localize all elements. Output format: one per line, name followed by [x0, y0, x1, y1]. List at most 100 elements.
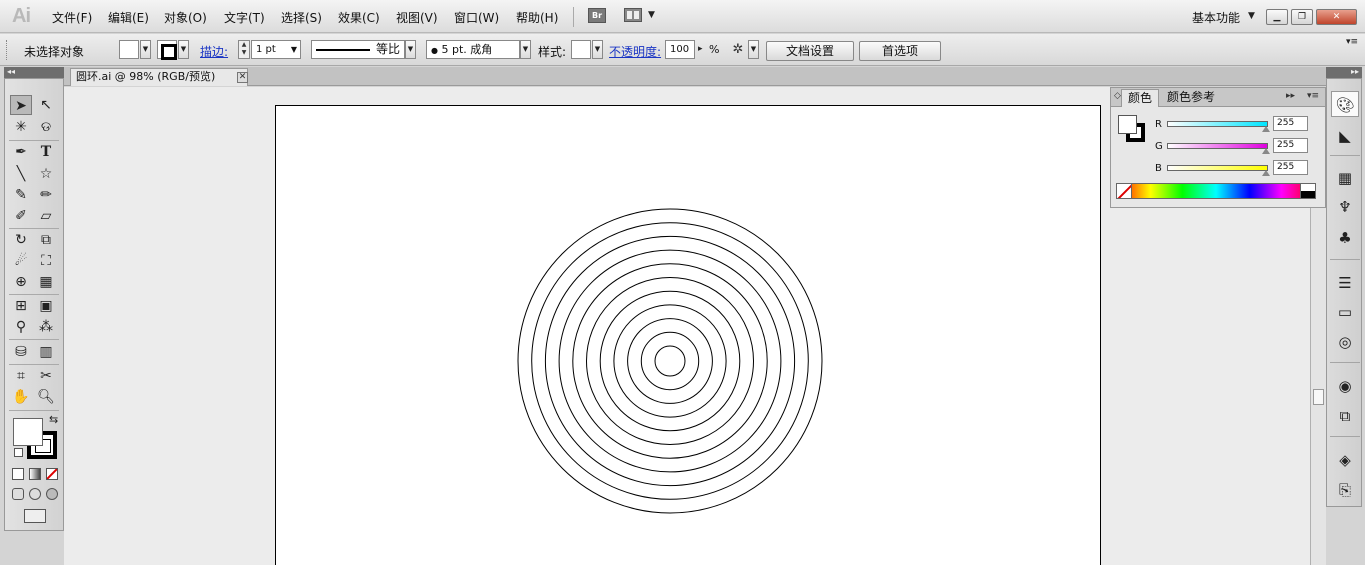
gradient-panel-icon[interactable]: ▭: [1331, 299, 1359, 325]
blue-slider-thumb[interactable]: [1262, 170, 1270, 176]
menu-edit[interactable]: 编辑(E): [108, 9, 149, 26]
opacity-arrow-icon[interactable]: ▸: [698, 44, 703, 54]
column-graph-tool-icon[interactable]: ▥: [35, 342, 57, 362]
symbol-sprayer-tool-icon[interactable]: ⛁: [10, 342, 32, 362]
magic-wand-tool-icon[interactable]: ✳: [10, 117, 32, 137]
arrange-dropdown-icon[interactable]: ▼: [648, 10, 655, 20]
ring-circle[interactable]: [627, 318, 713, 404]
ring-circle[interactable]: [558, 249, 782, 473]
ring-circle[interactable]: [586, 277, 754, 445]
slice-tool-icon[interactable]: ✂: [35, 366, 57, 386]
fill-swatch[interactable]: [119, 40, 139, 59]
gradient-tool-icon[interactable]: ▣: [35, 296, 57, 316]
recolor-dropdown[interactable]: ▼: [748, 40, 759, 59]
stroke-weight-field[interactable]: 1 pt ▼: [251, 40, 301, 59]
artboard[interactable]: [275, 105, 1101, 565]
star-tool-icon[interactable]: ☆: [35, 164, 57, 184]
warp-tool-icon[interactable]: ☄: [10, 251, 32, 271]
draw-inside-icon[interactable]: [46, 488, 58, 500]
arrange-documents-icon[interactable]: [624, 8, 642, 22]
color-guide-panel-icon[interactable]: ◣: [1331, 123, 1359, 149]
pencil-tool-icon[interactable]: ✏: [35, 185, 57, 205]
graphic-styles-panel-icon[interactable]: ⧉: [1331, 403, 1359, 429]
color-mode-icon[interactable]: [12, 468, 24, 480]
control-bar-grip[interactable]: [6, 40, 9, 60]
color-spectrum[interactable]: [1116, 183, 1316, 199]
ring-circle[interactable]: [517, 208, 823, 514]
menu-effect[interactable]: 效果(C): [338, 9, 380, 26]
gradient-mode-icon[interactable]: [29, 468, 41, 480]
workspace-dropdown-icon[interactable]: ▼: [1248, 11, 1255, 21]
lasso-tool-icon[interactable]: ଡ: [35, 117, 57, 137]
blue-value-field[interactable]: 255: [1273, 160, 1308, 175]
none-mode-icon[interactable]: [46, 468, 58, 480]
tools-panel-header[interactable]: ◂◂: [4, 67, 64, 78]
symbols-panel-icon[interactable]: ♣: [1331, 225, 1359, 251]
ring-circle[interactable]: [654, 345, 686, 377]
opacity-field[interactable]: 100: [665, 40, 695, 59]
menu-window[interactable]: 窗口(W): [454, 9, 499, 26]
hand-tool-icon[interactable]: ✋: [10, 387, 32, 407]
menu-select[interactable]: 选择(S): [281, 9, 322, 26]
stroke-panel-icon[interactable]: ☰: [1331, 270, 1359, 296]
stroke-weight-dropdown-icon[interactable]: ▼: [291, 41, 297, 58]
default-fill-stroke-icon[interactable]: [14, 448, 23, 457]
color-panel-icon[interactable]: 🎨︎: [1331, 91, 1359, 117]
eyedropper-tool-icon[interactable]: ⚲: [10, 317, 32, 337]
panel-expand-icon[interactable]: ▸▸: [1286, 91, 1295, 101]
artboards-panel-icon[interactable]: ⎘: [1331, 477, 1359, 503]
recolor-artwork-icon[interactable]: ✲: [729, 41, 747, 59]
blue-slider[interactable]: [1167, 165, 1268, 171]
line-segment-tool-icon[interactable]: ╲: [10, 164, 32, 184]
tab-color[interactable]: 颜色: [1121, 89, 1160, 107]
minimize-button[interactable]: ▁: [1266, 9, 1288, 25]
close-button[interactable]: ✕: [1316, 9, 1357, 25]
style-dropdown[interactable]: ▼: [592, 40, 603, 59]
panel-fill-swatch[interactable]: [1118, 115, 1137, 134]
brushes-panel-icon[interactable]: ♆: [1331, 194, 1359, 220]
transparency-panel-icon[interactable]: ◎: [1331, 329, 1359, 355]
bridge-button[interactable]: Br: [588, 8, 606, 23]
free-transform-tool-icon[interactable]: ⛶: [35, 251, 57, 271]
mesh-tool-icon[interactable]: ⊞: [10, 296, 32, 316]
red-slider[interactable]: [1167, 121, 1268, 127]
brush-dropdown[interactable]: ▼: [520, 40, 531, 59]
workspace-switcher[interactable]: 基本功能: [1192, 9, 1240, 26]
perspective-grid-tool-icon[interactable]: ▦: [35, 272, 57, 292]
document-tab[interactable]: 圆环.ai @ 98% (RGB/预览) ✕: [70, 68, 248, 86]
stroke-profile-dropdown[interactable]: ▼: [405, 40, 416, 59]
control-bar-menu-icon[interactable]: ▾≡: [1346, 37, 1358, 47]
blob-brush-tool-icon[interactable]: ✐: [10, 206, 32, 226]
opacity-label[interactable]: 不透明度:: [609, 43, 661, 60]
paintbrush-tool-icon[interactable]: ✎: [10, 185, 32, 205]
appearance-panel-icon[interactable]: ◉: [1331, 373, 1359, 399]
ring-circle[interactable]: [613, 304, 727, 418]
green-value-field[interactable]: 255: [1273, 138, 1308, 153]
red-value-field[interactable]: 255: [1273, 116, 1308, 131]
style-swatch[interactable]: [571, 40, 591, 59]
menu-file[interactable]: 文件(F): [52, 9, 92, 26]
screen-mode-icon[interactable]: [24, 509, 46, 523]
stroke-weight-stepper[interactable]: ▲ ▼: [238, 40, 250, 59]
none-color-swatch[interactable]: [1116, 183, 1132, 199]
ring-circle[interactable]: [572, 263, 768, 459]
swatches-panel-icon[interactable]: ▦: [1331, 165, 1359, 191]
ring-circle[interactable]: [599, 290, 741, 432]
direct-selection-tool-icon[interactable]: ↖: [35, 95, 57, 115]
blend-tool-icon[interactable]: ⁂: [35, 317, 57, 337]
panel-collapse-icon[interactable]: ◇: [1114, 91, 1121, 101]
panel-menu-icon[interactable]: ▾≡: [1307, 91, 1319, 101]
black-white-swatch[interactable]: [1300, 183, 1316, 199]
artboard-tool-icon[interactable]: ⌗: [10, 366, 32, 386]
preferences-button[interactable]: 首选项: [859, 41, 941, 61]
ring-circle[interactable]: [544, 235, 796, 487]
red-slider-thumb[interactable]: [1262, 126, 1270, 132]
stroke-label[interactable]: 描边:: [200, 43, 228, 60]
rotate-tool-icon[interactable]: ↻: [10, 230, 32, 250]
document-setup-button[interactable]: 文档设置: [766, 41, 854, 61]
green-slider-thumb[interactable]: [1262, 148, 1270, 154]
eraser-tool-icon[interactable]: ▱: [35, 206, 57, 226]
layers-panel-icon[interactable]: ◈: [1331, 447, 1359, 473]
stroke-dropdown[interactable]: ▼: [178, 40, 189, 59]
draw-behind-icon[interactable]: [29, 488, 41, 500]
